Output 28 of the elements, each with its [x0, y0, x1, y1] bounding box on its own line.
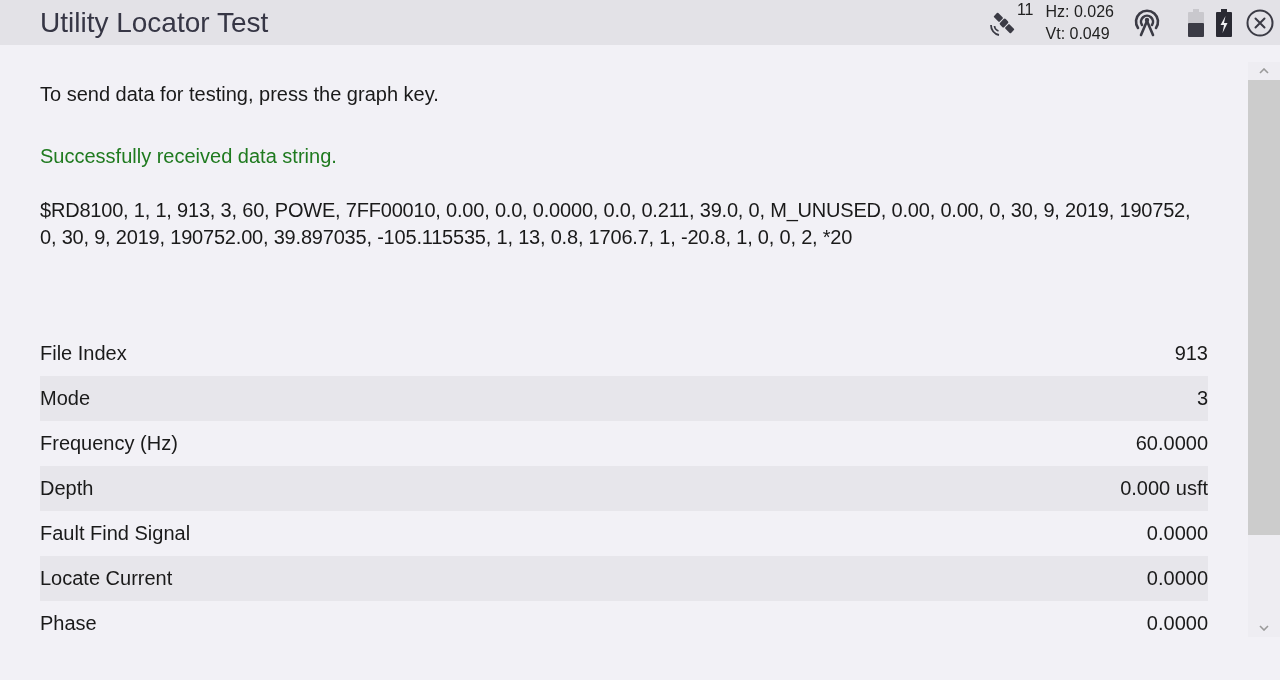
scrollbar-thumb[interactable]: [1248, 80, 1280, 535]
satellite-count: 11: [1016, 1, 1034, 18]
field-value: 913: [1174, 341, 1208, 366]
battery-icon: [1188, 8, 1204, 37]
data-string: $RD8100, 1, 1, 913, 3, 60, POWE, 7FF00010, 0.00, 0.0, 0.0000, 0.0, 0.211, 39.0, 0, M_UNUSED, 0.00, 0.00, 0, 30, 9, 2019, 190752, 0, 30, 9, 2019, 190752.00, 39.897035, -105.115535, 1, 13, 0.8, 1706.7, 1, -20.8, 1, 0, 0, 2, *20: [40, 198, 1192, 250]
instruction-text: To send data for testing, press the graph key.: [40, 82, 440, 107]
field-value: 0.0000: [1146, 566, 1208, 591]
window-title: Utility Locator Test: [40, 8, 269, 37]
field-value: 0.0000: [1146, 611, 1208, 636]
field-label: Phase: [40, 611, 97, 636]
horizontal-precision: Hz: 0.026: [1045, 1, 1114, 22]
field-label: Frequency (Hz): [40, 431, 178, 456]
field-label: Fault Find Signal: [40, 521, 191, 546]
battery-charging-icon: [1216, 8, 1232, 37]
vertical-precision: Vt: 0.049: [1045, 23, 1111, 44]
field-value: 0.0000: [1146, 521, 1208, 546]
field-value: 3: [1196, 386, 1208, 411]
close-button[interactable]: [1246, 8, 1274, 37]
field-label: Mode: [40, 386, 91, 411]
caret-up-icon: [1259, 68, 1269, 74]
status-message: Successfully received data string.: [40, 144, 338, 169]
field-label: File Index: [40, 341, 127, 366]
field-value: 60.0000: [1135, 431, 1208, 456]
field-label: Depth: [40, 476, 94, 501]
field-label: Locate Current: [40, 566, 173, 591]
caret-down-icon: [1259, 625, 1269, 631]
field-value: 0.000 usft: [1120, 476, 1208, 501]
signal-icon: [1132, 8, 1162, 37]
